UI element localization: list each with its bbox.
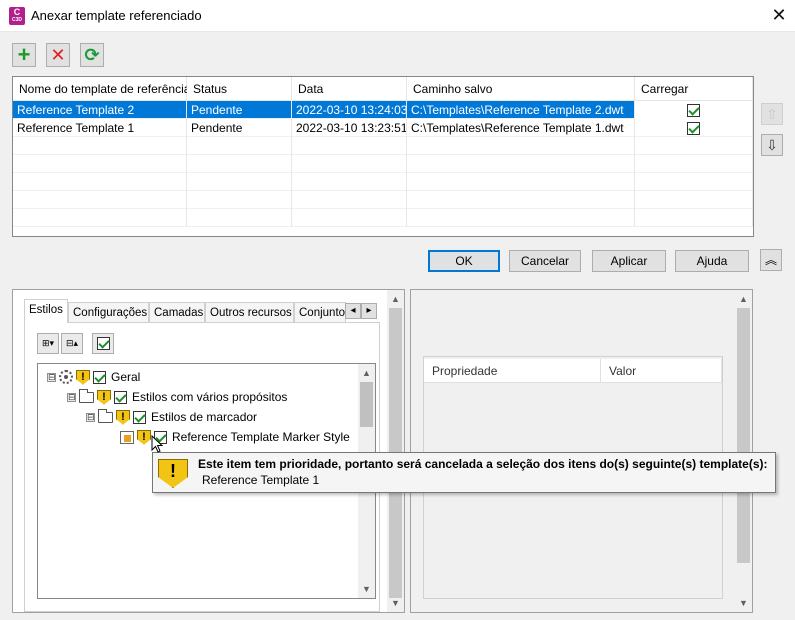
tree-node-label: Reference Template Marker Style <box>172 430 350 444</box>
path-cell: C:\Templates\Reference Template 2.dwt <box>407 101 635 119</box>
move-down-button[interactable]: ⇩ <box>761 134 783 156</box>
add-template-button[interactable]: + <box>12 43 36 67</box>
open-folder-icon <box>98 408 113 423</box>
help-button[interactable]: Ajuda <box>675 250 749 272</box>
collapse-node-icon[interactable]: ⊟ <box>47 372 56 382</box>
tab-other-resources[interactable]: Outros recursos <box>205 302 294 322</box>
tab-scroll-buttons: ◂ ▸ <box>345 303 377 319</box>
mouse-cursor-icon <box>151 435 163 453</box>
open-folder-icon <box>79 388 94 403</box>
collapse-all-button[interactable]: ⊟▴ <box>61 333 83 354</box>
warning-icon: ! <box>116 409 130 425</box>
template-name-cell: Reference Template 2 <box>13 101 187 119</box>
tab-scroll-left-icon[interactable]: ◂ <box>345 303 361 319</box>
date-cell: 2022-03-10 13:23:51 <box>292 119 407 137</box>
tooltip-template-item: Reference Template 1 <box>202 473 320 487</box>
gear-icon <box>59 370 73 384</box>
column-header-path[interactable]: Caminho salvo <box>407 77 635 101</box>
tab-layers[interactable]: Camadas <box>149 302 205 322</box>
arrow-up-icon: ⇧ <box>766 106 778 122</box>
path-cell: C:\Templates\Reference Template 1.dwt <box>407 119 635 137</box>
load-cell <box>635 101 753 119</box>
column-header-status[interactable]: Status <box>187 77 292 101</box>
column-header-date[interactable]: Data <box>292 77 407 101</box>
warning-icon: ! <box>76 369 90 385</box>
app-icon: C C3D <box>9 7 25 25</box>
empty-row <box>13 173 753 191</box>
close-button[interactable]: ✕ <box>764 2 794 30</box>
column-header-value[interactable]: Valor <box>601 359 722 383</box>
status-cell: Pendente <box>187 101 292 119</box>
ok-button[interactable]: OK <box>428 250 500 272</box>
warning-icon: ! <box>97 389 111 405</box>
scroll-up-icon: ▲ <box>362 368 371 378</box>
tab-scroll-right-icon[interactable]: ▸ <box>361 303 377 319</box>
empty-row <box>13 191 753 209</box>
refresh-button[interactable]: ⟳ <box>80 43 104 67</box>
checkbox-icon <box>96 337 110 350</box>
table-row[interactable]: Reference Template 1 Pendente 2022-03-10… <box>13 119 753 137</box>
warning-icon: ! <box>137 429 151 445</box>
tooltip-title: Este item tem prioridade, portanto será … <box>198 457 768 471</box>
double-chevron-up-icon: ︽ <box>764 253 777 267</box>
scroll-down-icon: ▼ <box>362 584 371 594</box>
empty-row <box>13 155 753 173</box>
load-cell <box>635 119 753 137</box>
arrow-down-icon: ⇩ <box>766 137 778 153</box>
collapse-node-icon[interactable]: ⊟ <box>86 412 95 422</box>
collapse-panel-button[interactable]: ︽ <box>760 249 782 271</box>
expand-tree-icon: ⊞▾ <box>41 338 55 348</box>
window-title: Anexar template referenciado <box>31 8 202 23</box>
close-icon: ✕ <box>771 5 787 25</box>
scroll-down-icon: ▼ <box>391 598 400 608</box>
tree-node-marker-styles[interactable]: ⊟ ! Estilos de marcador <box>86 408 257 426</box>
node-checkbox[interactable] <box>114 390 127 404</box>
priority-tooltip: ! Este item tem prioridade, portanto ser… <box>152 452 776 493</box>
remove-template-button[interactable]: ✕ <box>46 43 70 67</box>
apply-button[interactable]: Aplicar <box>592 250 666 272</box>
move-up-button[interactable]: ⇧ <box>761 103 783 125</box>
collapse-node-icon[interactable]: ⊟ <box>67 392 76 402</box>
tab-settings[interactable]: Configurações <box>68 302 149 322</box>
expand-all-button[interactable]: ⊞▾ <box>37 333 59 354</box>
tree-node-label: Estilos com vários propósitos <box>132 390 288 404</box>
column-header-name[interactable]: Nome do template de referência <box>13 77 190 101</box>
scroll-up-icon: ▲ <box>391 294 400 304</box>
scroll-down-icon: ▼ <box>739 598 748 608</box>
tab-set[interactable]: Conjunto <box>294 302 346 322</box>
tab-styles[interactable]: Estilos <box>24 299 68 323</box>
tree-node-multipurpose-styles[interactable]: ⊟ ! Estilos com vários propósitos <box>67 388 287 406</box>
empty-row <box>13 209 753 227</box>
tree-node-label: Geral <box>111 370 141 384</box>
properties-panel-scrollbar[interactable]: ▲ ▼ <box>735 290 752 612</box>
refresh-icon: ⟳ <box>84 44 100 65</box>
plus-icon: + <box>17 42 31 67</box>
marker-style-icon <box>120 430 134 444</box>
column-header-property[interactable]: Propriedade <box>424 359 601 383</box>
warning-icon: ! <box>158 459 188 488</box>
load-checkbox[interactable] <box>687 122 700 136</box>
tree-node-label: Estilos de marcador <box>151 410 258 424</box>
collapse-tree-icon: ⊟▴ <box>65 338 79 348</box>
node-checkbox[interactable] <box>93 370 106 384</box>
reference-templates-table[interactable]: Nome do template de referência Status Da… <box>12 76 754 237</box>
table-row[interactable]: Reference Template 2 Pendente 2022-03-10… <box>13 101 753 119</box>
empty-row <box>13 137 753 155</box>
tree-node-general[interactable]: ⊟ ! Geral <box>47 368 140 386</box>
cancel-button[interactable]: Cancelar <box>509 250 581 272</box>
column-header-load[interactable]: Carregar <box>635 77 753 101</box>
node-checkbox[interactable] <box>133 410 146 424</box>
template-name-cell: Reference Template 1 <box>13 119 187 137</box>
date-cell: 2022-03-10 13:24:03 <box>292 101 407 119</box>
delete-icon: ✕ <box>50 44 66 65</box>
load-checkbox[interactable] <box>687 104 700 118</box>
status-cell: Pendente <box>187 119 292 137</box>
select-all-button[interactable] <box>92 333 114 354</box>
styles-panel-scrollbar[interactable]: ▲ ▼ <box>387 290 404 612</box>
scroll-up-icon: ▲ <box>739 294 748 304</box>
